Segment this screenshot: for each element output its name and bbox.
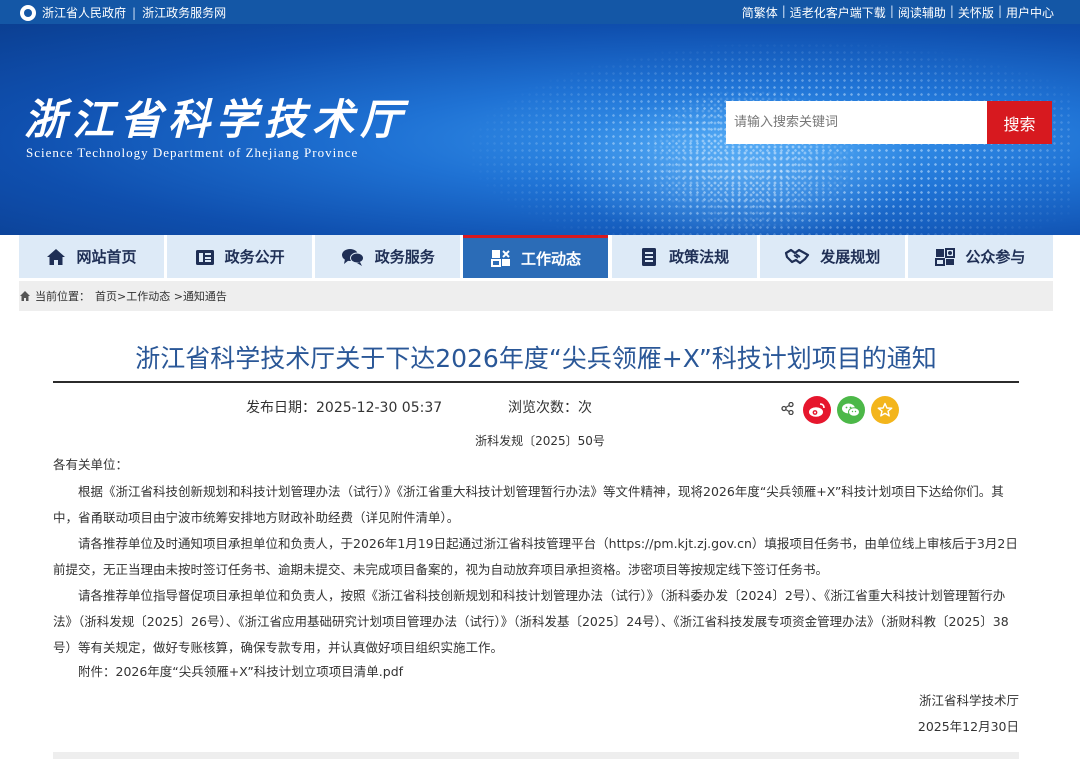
share-wechat-button[interactable]	[837, 396, 865, 424]
signature-date: 2025年12月30日	[917, 719, 1019, 734]
nav-item-label: 政务服务	[374, 248, 435, 266]
policy-document-icon	[642, 247, 657, 266]
nav-item-label: 网站首页	[76, 248, 137, 266]
handshake-icon	[785, 248, 810, 264]
header-banner: 浙江省科学技术厅 Science Technology Department o…	[0, 24, 1080, 235]
search-box: 搜索	[726, 101, 1052, 144]
link-care-version[interactable]: 关怀版	[958, 4, 994, 21]
top-bar-left: 浙江省人民政府 | 浙江政务服务网	[20, 4, 226, 21]
workflow-icon	[490, 250, 510, 267]
share-icon[interactable]	[781, 402, 794, 415]
article-paragraph: 根据《浙江省科技创新规划和科技计划管理办法（试行）》《浙江省重大科技计划管理暂行…	[53, 484, 1004, 525]
article-title: 浙江省科学技术厅关于下达2026年度“尖兵领雁+X”科技计划项目的通知	[135, 344, 937, 373]
people-icon	[935, 247, 956, 266]
link-user-center[interactable]: 用户中心	[1006, 4, 1054, 21]
gov-emblem-icon	[20, 4, 36, 21]
search-button[interactable]: 搜索	[987, 101, 1052, 144]
footer-strip	[53, 752, 1019, 759]
link-zj-service[interactable]: 浙江政务服务网	[142, 4, 226, 21]
nav-item-development-plan[interactable]: 发展规划	[759, 235, 905, 278]
nav-item-policies[interactable]: 政策法规	[611, 235, 757, 278]
salutation: 各有关单位：	[53, 457, 129, 472]
nav-item-label: 政务公开	[224, 248, 285, 266]
breadcrumb-work-news[interactable]: 工作动态 >	[126, 288, 183, 304]
publish-date: 发布日期：2025-12-30 05:37	[246, 400, 443, 416]
nav-item-public-participation[interactable]: 公众参与	[907, 235, 1053, 278]
breadcrumb-home[interactable]: 首页>	[95, 288, 126, 304]
breadcrumb-prefix: 当前位置：	[35, 290, 90, 303]
nav-item-label: 发展规划	[820, 248, 881, 266]
share-weibo-button[interactable]	[803, 396, 831, 424]
site-logo-subtitle: Science Technology Department of Zhejian…	[26, 145, 359, 160]
nav-item-gov-services[interactable]: 政务服务	[315, 235, 461, 278]
home-icon	[47, 248, 66, 265]
title-divider	[53, 381, 1019, 383]
nav-item-label: 政策法规	[669, 248, 730, 266]
separator: |	[997, 4, 1002, 18]
link-elderly-app[interactable]: 适老化客户端下载	[790, 4, 886, 21]
separator: |	[781, 4, 786, 18]
top-bar: 浙江省人民政府 | 浙江政务服务网 简繁体 | 适老化客户端下载 | 阅读辅助 | 关…	[0, 0, 1080, 24]
breadcrumb-notices[interactable]: 通知通告	[183, 288, 227, 304]
document-number: 浙科发规〔2025〕50号	[475, 434, 605, 448]
separator: |	[889, 4, 894, 18]
separator: |	[949, 4, 954, 18]
breadcrumb: 当前位置： 首页> 工作动态 > 通知通告	[19, 281, 1053, 311]
separator: |	[132, 5, 137, 20]
nav-item-label: 公众参与	[965, 248, 1026, 266]
chat-bubbles-icon	[341, 248, 364, 266]
top-bar-right: 简繁体 | 适老化客户端下载 | 阅读辅助 | 关怀版 | 用户中心	[742, 4, 1054, 21]
star-icon	[877, 402, 893, 417]
link-zj-gov[interactable]: 浙江省人民政府	[42, 4, 126, 21]
nav-item-home[interactable]: 网站首页	[19, 235, 164, 278]
attachment-link[interactable]: 附件：2026年度“尖兵领雁+X”科技计划立项项目清单.pdf	[53, 659, 1019, 685]
nav-item-gov-affairs[interactable]: 政务公开	[167, 235, 313, 278]
article-paragraph: 请各推荐单位及时通知项目承担单位和负责人，于2026年1月19日起通过浙江省科技…	[53, 536, 1018, 577]
link-reading-aid[interactable]: 阅读辅助	[898, 4, 946, 21]
site-logo-title[interactable]: 浙江省科学技术厅	[24, 86, 408, 147]
nav-item-label: 工作动态	[520, 249, 581, 268]
wechat-icon	[842, 403, 860, 417]
search-input[interactable]	[726, 101, 987, 144]
nav-item-work-news[interactable]: 工作动态	[463, 235, 609, 278]
signature-org: 浙江省科学技术厅	[918, 693, 1019, 708]
weibo-icon	[809, 403, 825, 417]
home-icon	[20, 291, 30, 301]
main-nav: 网站首页 政务公开 政务服务 工作动态 政策法规 发展规划 公众参与	[19, 235, 1053, 278]
favorite-button[interactable]	[871, 396, 899, 424]
article-paragraph: 请各推荐单位指导督促项目承担单位和负责人，按照《浙江省科技创新规划和科技计划管理…	[53, 588, 1009, 655]
view-count: 浏览次数：次	[508, 400, 592, 416]
document-list-icon	[195, 249, 214, 265]
link-traditional-chinese[interactable]: 简繁体	[742, 4, 778, 21]
